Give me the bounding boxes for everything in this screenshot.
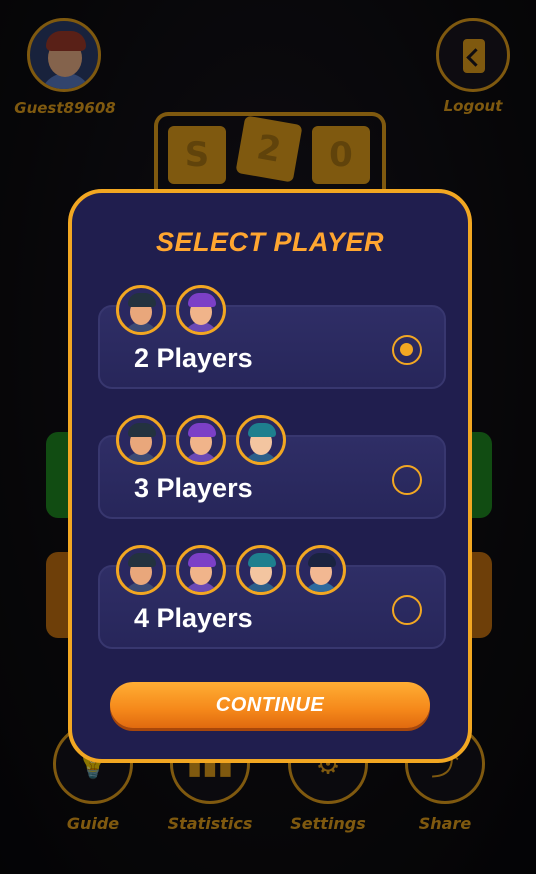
select-player-modal: SELECT PLAYER 2 Players 3 Players 4 Play… [68, 189, 472, 763]
purple-hair-woman-avatar [176, 545, 226, 595]
option-2-players[interactable]: 2 Players [98, 285, 446, 389]
radio-button[interactable] [392, 465, 422, 495]
teal-hair-glasses-avatar [236, 415, 286, 465]
teal-hair-glasses-avatar [236, 545, 286, 595]
purple-hair-woman-avatar [176, 285, 226, 335]
option-3-players[interactable]: 3 Players [98, 415, 446, 519]
radio-selected-dot [400, 343, 413, 356]
radio-button[interactable] [392, 595, 422, 625]
modal-title: SELECT PLAYER [155, 227, 385, 257]
player-avatars [116, 285, 226, 335]
bearded-man-avatar [116, 415, 166, 465]
bearded-man-avatar [116, 285, 166, 335]
dark-hair-man-avatar [296, 545, 346, 595]
continue-button[interactable]: CONTINUE [110, 682, 430, 728]
bearded-man-avatar [116, 545, 166, 595]
option-4-players[interactable]: 4 Players [98, 545, 446, 649]
player-avatars [116, 415, 286, 465]
radio-button[interactable] [392, 335, 422, 365]
option-label: 2 Players [134, 343, 253, 373]
player-avatars [116, 545, 346, 595]
option-label: 4 Players [134, 603, 253, 633]
purple-hair-woman-avatar [176, 415, 226, 465]
option-label: 3 Players [134, 473, 253, 503]
